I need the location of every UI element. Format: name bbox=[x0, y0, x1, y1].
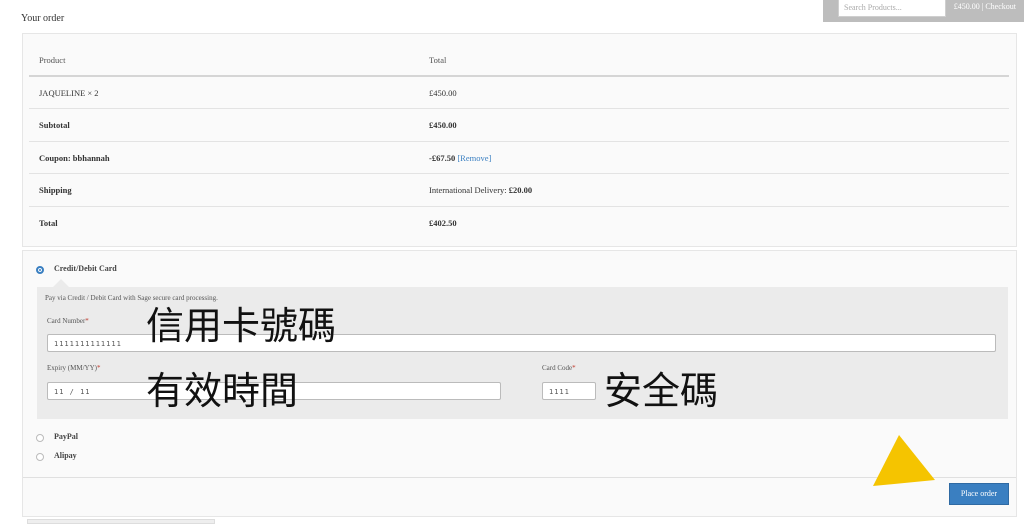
pointer-arrow-icon bbox=[873, 435, 935, 486]
card-description: Pay via Credit / Debit Card with Sage se… bbox=[45, 294, 218, 302]
product-name: JAQUELINE × 2 bbox=[39, 87, 99, 98]
coupon-value-cell: -£67.50 [Remove] bbox=[429, 153, 491, 163]
subtotal-label: Subtotal bbox=[39, 120, 70, 130]
annotation-card-code: 安全碼 bbox=[604, 369, 719, 413]
radio-paypal[interactable] bbox=[36, 434, 44, 442]
order-review: Product Total JAQUELINE × 2 £450.00 Subt… bbox=[22, 33, 1017, 247]
place-order-button[interactable]: Place order bbox=[949, 483, 1009, 505]
total-label: Total bbox=[39, 217, 58, 228]
shipping-method: International Delivery: bbox=[429, 185, 507, 195]
card-code-label: Card Code* bbox=[542, 364, 576, 372]
total-value: £402.50 bbox=[429, 217, 457, 228]
expiry-label: Expiry (MM/YY)* bbox=[47, 364, 101, 372]
shipping-value-cell: International Delivery: £20.00 bbox=[429, 185, 532, 195]
order-heading: Your order bbox=[21, 13, 65, 24]
table-row: Shipping International Delivery: £20.00 bbox=[29, 174, 1009, 207]
divider bbox=[23, 477, 1016, 478]
card-number-label: Card Number* bbox=[47, 317, 89, 325]
radio-credit-card[interactable] bbox=[36, 266, 44, 274]
coupon-label: Coupon: bbhannah bbox=[39, 152, 110, 163]
payment-method-label-card[interactable]: Credit/Debit Card bbox=[54, 264, 117, 273]
table-row: JAQUELINE × 2 £450.00 bbox=[29, 77, 1009, 109]
table-header-row: Product Total bbox=[29, 44, 1009, 77]
coupon-discount: -£67.50 bbox=[429, 152, 456, 163]
payment-method-label-alipay[interactable]: Alipay bbox=[54, 451, 77, 460]
annotation-expiry: 有效時間 bbox=[146, 369, 299, 413]
table-row: Total £402.50 bbox=[29, 207, 1009, 240]
panel-caret bbox=[53, 279, 69, 287]
product-total: £450.00 bbox=[429, 87, 457, 98]
cart-summary-link[interactable]: £450.00 | Checkout bbox=[954, 2, 1016, 11]
header-bar: Search Products... £450.00 | Checkout bbox=[823, 0, 1024, 22]
payment-method-label-paypal[interactable]: PayPal bbox=[54, 432, 78, 441]
bottom-tab bbox=[27, 519, 215, 524]
column-header-total: Total bbox=[429, 55, 447, 65]
subtotal-value: £450.00 bbox=[429, 120, 457, 130]
radio-alipay[interactable] bbox=[36, 453, 44, 461]
table-row: Subtotal £450.00 bbox=[29, 109, 1009, 142]
remove-coupon-link[interactable]: [Remove] bbox=[457, 153, 491, 163]
card-code-input[interactable]: 1111 bbox=[542, 382, 596, 400]
column-header-product: Product bbox=[39, 55, 66, 65]
order-table: Product Total JAQUELINE × 2 £450.00 Subt… bbox=[29, 44, 1009, 239]
search-input[interactable]: Search Products... bbox=[838, 0, 946, 17]
shipping-label: Shipping bbox=[39, 185, 72, 195]
table-row: Coupon: bbhannah -£67.50 [Remove] bbox=[29, 142, 1009, 174]
shipping-cost: £20.00 bbox=[508, 185, 533, 195]
annotation-card-number: 信用卡號碼 bbox=[146, 304, 337, 348]
